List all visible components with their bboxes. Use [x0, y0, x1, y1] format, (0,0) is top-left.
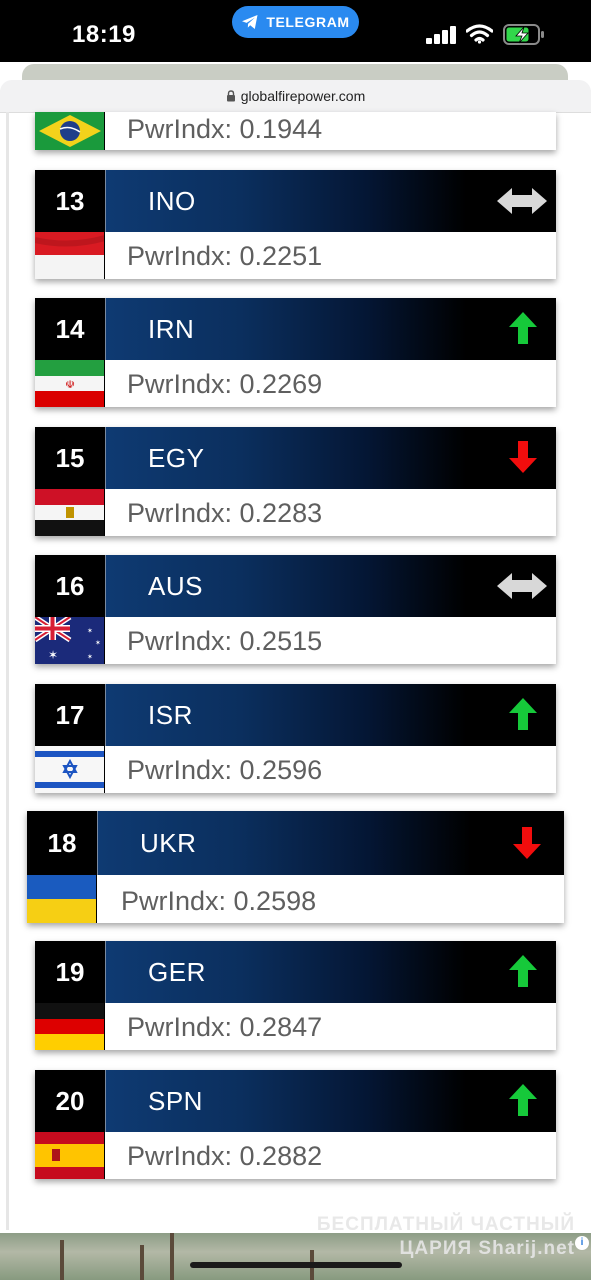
- telegram-icon: [242, 15, 258, 29]
- status-bar: 18:19 TELEGRAM: [0, 0, 591, 62]
- power-index-label: PwrIndx: 0.2269: [127, 369, 323, 399]
- country-code: EGY: [148, 443, 205, 473]
- rank-number: 17: [35, 684, 105, 746]
- ad-info-icon[interactable]: i: [575, 1236, 589, 1250]
- country-code: ISR: [148, 700, 193, 730]
- status-clock: 18:19: [72, 21, 136, 48]
- flag-spain: [35, 1132, 105, 1179]
- country-name-bar: SPN: [105, 1070, 556, 1132]
- battery-charging-icon: [503, 24, 544, 45]
- power-index-label: PwrIndx: 0.2598: [121, 886, 317, 916]
- flag-egypt: [35, 489, 105, 536]
- country-name-bar: ISR: [105, 684, 556, 746]
- trend-up-icon: [509, 698, 537, 730]
- country-code: IRN: [148, 314, 195, 344]
- watermark-line-1: БЕСПЛАТНЫЙ ЧАСТНЫЙ: [316, 1214, 575, 1235]
- svg-text:☫: ☫: [65, 378, 75, 391]
- lock-icon: [226, 90, 235, 102]
- svg-text:✶: ✶: [48, 648, 58, 662]
- trend-up-icon: [509, 312, 537, 344]
- ranking-card[interactable]: 16 AUS ✶ ✶ ✶ ✶ PwrIndx: 0.2515: [35, 555, 556, 664]
- rank-number: 13: [35, 170, 105, 232]
- country-code: SPN: [148, 1086, 203, 1116]
- flag-indonesia: [35, 232, 105, 279]
- trend-up-icon: [509, 955, 537, 987]
- flag-iran: ☫: [35, 360, 105, 407]
- trend-unchanged-icon: [497, 573, 547, 599]
- url-text: globalfirepower.com: [240, 88, 366, 104]
- ranking-card-highlighted[interactable]: 18 UKR PwrIndx: 0.2598: [27, 811, 564, 923]
- trend-down-icon: [509, 441, 537, 473]
- flag-israel: [35, 746, 105, 793]
- ranking-card[interactable]: 14 IRN ☫ PwrIndx: 0.2269: [35, 298, 556, 407]
- country-name-bar: GER: [105, 941, 556, 1003]
- wifi-icon: [466, 24, 493, 44]
- ranking-card[interactable]: 17 ISR PwrIndx: 0.2596: [35, 684, 556, 793]
- cellular-signal-icon: [426, 26, 457, 44]
- country-code: INO: [148, 186, 196, 216]
- power-index-label: PwrIndx: 0.2596: [127, 755, 323, 785]
- ranking-card[interactable]: 20 SPN PwrIndx: 0.2882: [35, 1070, 556, 1179]
- rank-number: 14: [35, 298, 105, 360]
- rank-number: 18: [27, 811, 97, 875]
- ranking-card-partial[interactable]: PwrIndx: 0.1944: [35, 112, 556, 150]
- trend-unchanged-icon: [497, 188, 547, 214]
- trend-down-icon: [513, 827, 541, 859]
- svg-text:✶: ✶: [87, 627, 93, 635]
- power-index-label: PwrIndx: 0.2515: [127, 626, 323, 656]
- home-indicator[interactable]: [190, 1262, 402, 1268]
- telegram-pill-label: TELEGRAM: [266, 14, 350, 30]
- flag-brazil: [35, 112, 105, 150]
- country-code: GER: [148, 957, 206, 987]
- trend-up-icon: [509, 1084, 537, 1116]
- rank-number: 20: [35, 1070, 105, 1132]
- power-index-label: PwrIndx: 0.2882: [127, 1141, 323, 1171]
- country-name-bar: INO: [105, 170, 556, 232]
- svg-text:✶: ✶: [87, 653, 93, 661]
- country-name-bar: UKR: [97, 811, 564, 875]
- country-code: UKR: [140, 828, 197, 858]
- ranking-card[interactable]: 19 GER PwrIndx: 0.2847: [35, 941, 556, 1050]
- country-code: AUS: [148, 571, 203, 601]
- power-index-label: PwrIndx: 0.2283: [127, 498, 323, 528]
- flag-australia: ✶ ✶ ✶ ✶: [35, 617, 105, 664]
- power-index-label: PwrIndx: 0.2251: [127, 241, 323, 271]
- flag-germany: [35, 1003, 105, 1050]
- flag-ukraine: [27, 875, 97, 923]
- country-name-bar: AUS: [105, 555, 556, 617]
- country-name-bar: IRN: [105, 298, 556, 360]
- address-bar[interactable]: globalfirepower.com: [0, 80, 591, 112]
- telegram-return-pill[interactable]: TELEGRAM: [232, 6, 359, 38]
- watermark-line-2: ЦАРИЯ Sharij.net: [399, 1238, 575, 1259]
- rank-number: 15: [35, 427, 105, 489]
- rank-number: 16: [35, 555, 105, 617]
- country-name-bar: EGY: [105, 427, 556, 489]
- power-index-label: PwrIndx: 0.2847: [127, 1012, 323, 1042]
- svg-text:✶: ✶: [95, 639, 101, 647]
- ranking-card[interactable]: 13 INO PwrIndx: 0.2251: [35, 170, 556, 279]
- power-index-label: PwrIndx: 0.1944: [127, 114, 323, 144]
- ranking-card[interactable]: 15 EGY PwrIndx: 0.2283: [35, 427, 556, 536]
- page-edge: [6, 112, 9, 1230]
- rank-number: 19: [35, 941, 105, 1003]
